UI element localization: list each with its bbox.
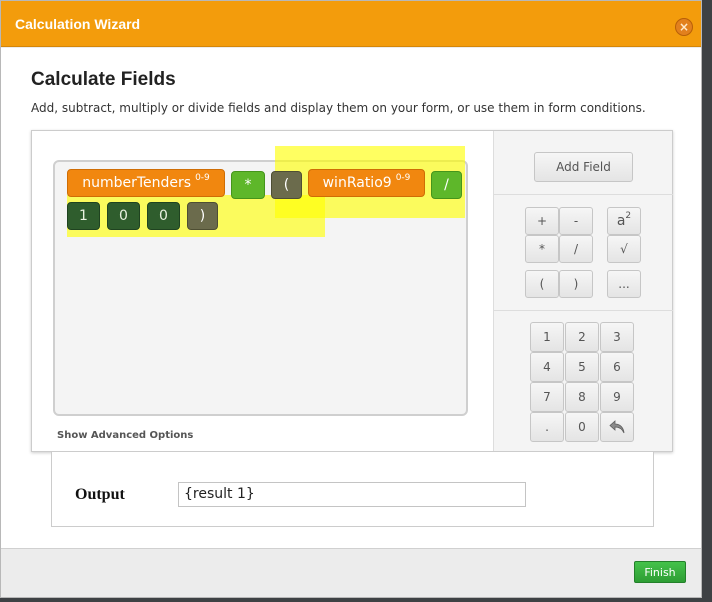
multiply-button[interactable]: * <box>525 235 559 263</box>
token-paren-close[interactable]: ) <box>187 202 218 230</box>
keypad-7[interactable]: 7 <box>530 382 564 412</box>
page-subtitle: Add, subtract, multiply or divide fields… <box>31 101 646 115</box>
keypad-0[interactable]: 0 <box>565 412 599 442</box>
keypad-2[interactable]: 2 <box>565 322 599 352</box>
token-field-winRatio9[interactable]: winRatio9 0-9 <box>308 169 425 197</box>
output-field[interactable]: {result 1} <box>178 482 526 507</box>
dialog-title: Calculation Wizard <box>15 16 141 32</box>
add-field-button[interactable]: Add Field <box>534 152 633 182</box>
finish-button[interactable]: Finish <box>634 561 686 583</box>
keypad-1[interactable]: 1 <box>530 322 564 352</box>
token-number-0[interactable]: 0 <box>147 202 180 230</box>
page-title: Calculate Fields <box>31 69 176 90</box>
keypad-6[interactable]: 6 <box>600 352 634 382</box>
output-section: Output {result 1} <box>51 452 654 527</box>
power-button[interactable]: a2 <box>607 207 641 235</box>
open-paren-button[interactable]: ( <box>525 270 559 298</box>
token-operator-multiply[interactable]: * <box>231 171 265 199</box>
token-number-0[interactable]: 0 <box>107 202 140 230</box>
keypad-4[interactable]: 4 <box>530 352 564 382</box>
plus-button[interactable]: + <box>525 207 559 235</box>
keypad-3[interactable]: 3 <box>600 322 634 352</box>
backspace-button[interactable] <box>600 412 634 442</box>
calculation-panel: numberTenders 0-9 * ( winRatio9 0-9 / 1 0 … <box>31 130 673 452</box>
divide-button[interactable]: / <box>559 235 593 263</box>
toolbar-divider <box>494 194 673 195</box>
close-paren-button[interactable]: ) <box>559 270 593 298</box>
dialog-content: Calculate Fields Add, subtract, multiply… <box>1 48 701 548</box>
token-operator-divide[interactable]: / <box>431 171 462 199</box>
token-field-numberTenders[interactable]: numberTenders 0-9 <box>67 169 225 197</box>
dialog-footer: Finish <box>1 548 701 597</box>
more-options-button[interactable]: ... <box>607 270 641 298</box>
token-number-1[interactable]: 1 <box>67 202 100 230</box>
minus-button[interactable]: - <box>559 207 593 235</box>
keypad-5[interactable]: 5 <box>565 352 599 382</box>
formula-editor[interactable]: numberTenders 0-9 * ( winRatio9 0-9 / 1 0 … <box>53 146 468 416</box>
square-root-button[interactable]: √ <box>607 235 641 263</box>
keypad-8[interactable]: 8 <box>565 382 599 412</box>
toolbar-divider <box>494 310 673 311</box>
keypad-9[interactable]: 9 <box>600 382 634 412</box>
keypad-decimal[interactable]: . <box>530 412 564 442</box>
close-icon[interactable]: × <box>675 18 693 36</box>
calculator-toolbar: Add Field + - a2 * / √ ( ) ... 1 2 3 4 5 <box>493 131 673 451</box>
token-paren-open[interactable]: ( <box>271 171 302 199</box>
show-advanced-options-link[interactable]: Show Advanced Options <box>57 430 193 441</box>
dialog-titlebar: Calculation Wizard × <box>1 1 701 47</box>
backspace-icon <box>609 420 625 434</box>
calculation-wizard-dialog: Calculation Wizard × Calculate Fields Ad… <box>0 0 702 598</box>
output-label: Output <box>75 486 125 503</box>
